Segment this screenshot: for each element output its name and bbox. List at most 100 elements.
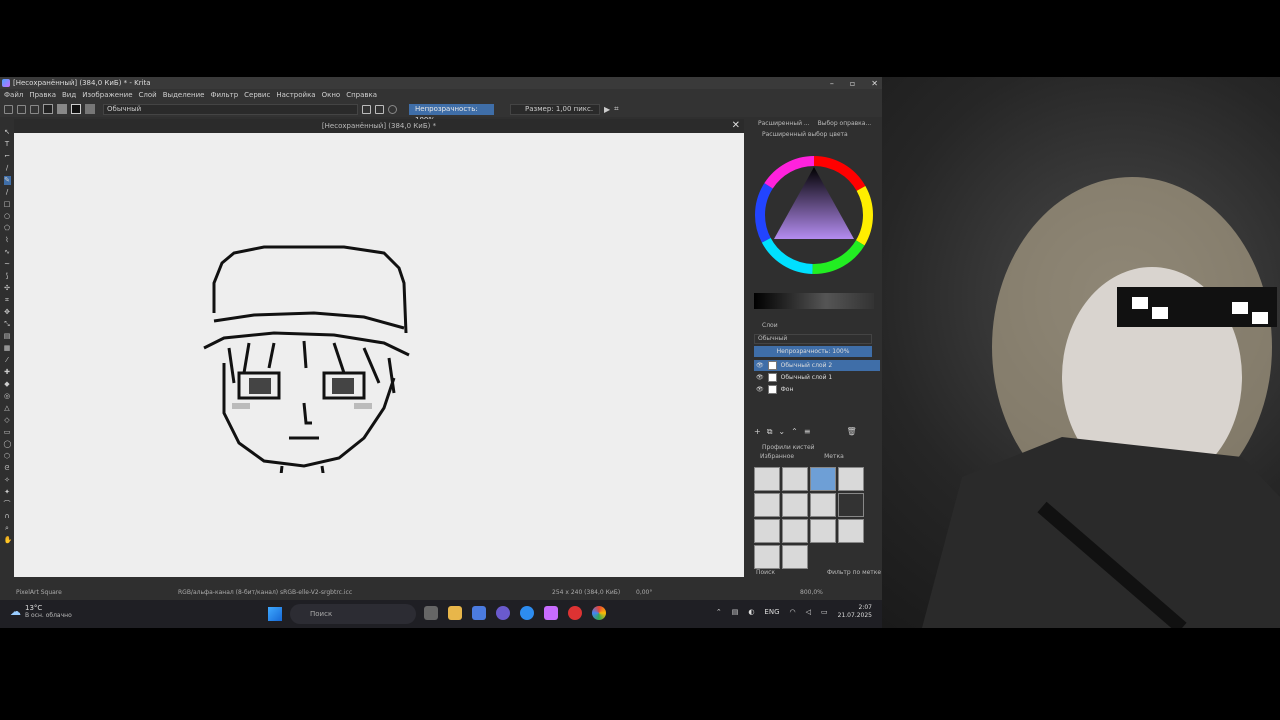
brush-preset[interactable]	[838, 493, 864, 517]
file-explorer-icon[interactable]	[448, 606, 462, 620]
eraser-icon[interactable]	[362, 104, 371, 114]
gradient-swatch[interactable]	[57, 104, 67, 114]
ellipse-select-icon[interactable]: ◯	[4, 440, 12, 449]
visibility-eye-icon[interactable]: 👁	[756, 386, 764, 393]
store-icon[interactable]	[472, 606, 486, 620]
colorize-tool-icon[interactable]: ▦	[4, 344, 11, 353]
tray-app-icon[interactable]: ◐	[748, 608, 754, 616]
bezier-tool-icon[interactable]: ∿	[4, 248, 11, 257]
menu-edit[interactable]: Правка	[29, 91, 56, 99]
chevron-up-icon[interactable]: ⌃	[716, 608, 722, 616]
layer-row[interactable]: 👁 Фон	[754, 384, 880, 395]
bezier-select-icon[interactable]: ⌒	[4, 500, 11, 509]
color-wheel[interactable]	[754, 155, 874, 275]
brush-preset[interactable]	[810, 467, 836, 491]
menu-filter[interactable]: Фильтр	[210, 91, 238, 99]
menu-settings[interactable]: Настройка	[276, 91, 315, 99]
canvas[interactable]	[14, 133, 744, 577]
polyline-tool-icon[interactable]: ⌇	[4, 236, 11, 245]
brush-preset[interactable]	[810, 493, 836, 517]
visibility-eye-icon[interactable]: 👁	[756, 362, 764, 369]
docker-tab-selector[interactable]: Выбор оправка...	[818, 120, 872, 127]
zoom-tool-icon[interactable]: ⌕	[4, 524, 11, 533]
brush-search-input[interactable]: Поиск	[756, 569, 775, 576]
move-up-icon[interactable]: ⌃	[791, 427, 798, 437]
polygon-tool-icon[interactable]: ⬠	[4, 224, 11, 233]
wifi-icon[interactable]: ◠	[790, 608, 796, 616]
select-shapes-icon[interactable]: ↖	[4, 128, 11, 137]
magnetic-select-icon[interactable]: ∩	[4, 512, 11, 521]
menu-file[interactable]: Файл	[4, 91, 23, 99]
delete-layer-icon[interactable]: 🗑	[847, 427, 857, 437]
close-icon[interactable]: ✕	[871, 79, 878, 88]
contiguous-select-icon[interactable]: ✧	[4, 476, 11, 485]
menu-layer[interactable]: Слой	[139, 91, 157, 99]
obs-icon[interactable]	[568, 606, 582, 620]
visibility-eye-icon[interactable]: 👁	[756, 374, 764, 381]
dynamic-brush-icon[interactable]: ⟆	[4, 272, 11, 281]
menu-help[interactable]: Справка	[346, 91, 377, 99]
battery-icon[interactable]: ▭	[821, 608, 828, 616]
wrap-icon[interactable]: ⌗	[614, 104, 619, 114]
measure-tool-icon[interactable]: △	[4, 404, 11, 413]
close-document-icon[interactable]: ✕	[732, 119, 740, 133]
fill-tool-icon[interactable]: ◆	[4, 380, 11, 389]
gradient-tool-icon[interactable]: ▤	[4, 332, 11, 341]
line-tool-icon[interactable]: /	[4, 188, 11, 197]
brush-preset[interactable]	[810, 519, 836, 543]
similar-select-icon[interactable]: ✦	[4, 488, 11, 497]
brush-preset[interactable]	[754, 519, 780, 543]
freehand-select-icon[interactable]: ᘓ	[4, 464, 11, 473]
crop-tool-icon[interactable]: ⌗	[4, 296, 11, 305]
brush-preset[interactable]	[782, 519, 808, 543]
transform-tool-icon[interactable]: ⤡	[4, 320, 11, 329]
weather-widget[interactable]: ☁ 13°C В осн. облачно	[10, 604, 72, 619]
polygon-select-icon[interactable]: ⬡	[4, 452, 11, 461]
app-icon[interactable]	[520, 606, 534, 620]
save-icon[interactable]	[30, 104, 39, 114]
edit-shapes-icon[interactable]: ⌐	[4, 152, 11, 161]
menu-select[interactable]: Выделение	[163, 91, 205, 99]
start-button[interactable]	[268, 607, 282, 621]
layer-properties-icon[interactable]: ≡	[804, 427, 811, 437]
menu-window[interactable]: Окно	[322, 91, 341, 99]
add-layer-icon[interactable]: +	[754, 427, 761, 437]
brush-preset[interactable]	[754, 545, 780, 569]
smart-patch-icon[interactable]: ✚	[4, 368, 11, 377]
brush-tool-icon[interactable]: ✎	[3, 176, 11, 185]
duplicate-layer-icon[interactable]: ⧉	[767, 427, 773, 437]
open-document-icon[interactable]	[17, 104, 26, 114]
move-down-icon[interactable]: ⌄	[778, 427, 785, 437]
discord-icon[interactable]	[496, 606, 510, 620]
ellipse-tool-icon[interactable]: ○	[4, 212, 11, 221]
rect-select-icon[interactable]: ▭	[4, 428, 11, 437]
size-slider[interactable]: Размер: 1,00 пикс.	[510, 103, 600, 115]
opacity-slider[interactable]: Непрозрачность: 100%	[409, 103, 494, 124]
layer-row[interactable]: 👁 Обычный слой 2	[754, 360, 880, 371]
assistant-tool-icon[interactable]: ◎	[4, 392, 11, 401]
menu-view[interactable]: Вид	[62, 91, 76, 99]
alpha-lock-icon[interactable]	[375, 104, 384, 114]
krita-taskbar-icon[interactable]	[544, 606, 558, 620]
task-view-icon[interactable]	[424, 606, 438, 620]
text-tool-icon[interactable]: T	[4, 140, 11, 149]
brush-tag-select[interactable]: Избранное	[760, 453, 794, 460]
chrome-icon[interactable]	[592, 606, 606, 620]
reference-tool-icon[interactable]: ◇	[4, 416, 11, 425]
brush-preset[interactable]	[754, 467, 780, 491]
layer-blend-mode-select[interactable]: Обычный	[754, 334, 872, 344]
menu-tools[interactable]: Сервис	[244, 91, 270, 99]
pan-tool-icon[interactable]: ✋	[4, 536, 13, 545]
layer-row[interactable]: 👁 Обычный слой 1	[754, 372, 880, 383]
value-gradient-bar[interactable]	[754, 293, 874, 309]
brush-preset[interactable]	[782, 493, 808, 517]
reload-icon[interactable]	[388, 104, 397, 114]
new-document-icon[interactable]	[4, 104, 13, 114]
volume-icon[interactable]: ◁	[806, 608, 811, 616]
brush-preset[interactable]	[838, 467, 864, 491]
brush-tag-label[interactable]: Метка	[824, 453, 844, 460]
document-tab[interactable]: [Несохранённый] (384,0 КиБ) * ✕	[14, 119, 744, 133]
brush-preset[interactable]	[754, 493, 780, 517]
pattern-swatch[interactable]	[71, 104, 81, 114]
foreground-color-swatch[interactable]	[43, 104, 53, 114]
